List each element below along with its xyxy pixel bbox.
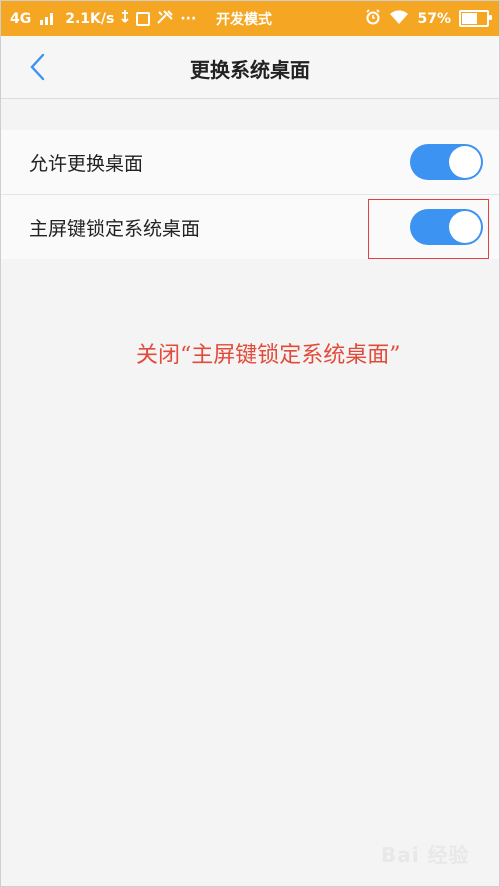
battery-percent: 57% bbox=[417, 10, 451, 27]
battery-icon bbox=[459, 10, 492, 27]
title-bar: 更换系统桌面 bbox=[1, 36, 499, 99]
phone-screen: 4G 2.1K/s ··· 开发模式 57% 更换系统桌面 允许更换桌面 主屏键… bbox=[0, 0, 500, 887]
signal-icon bbox=[40, 12, 54, 25]
setting-row-allow-change: 允许更换桌面 bbox=[1, 130, 499, 194]
highlight-box bbox=[368, 199, 489, 259]
tools-icon bbox=[156, 9, 174, 29]
developer-mode-label: 开发模式 bbox=[216, 12, 272, 28]
page-title: 更换系统桌面 bbox=[190, 58, 310, 82]
wifi-icon bbox=[389, 9, 409, 29]
status-bar: 4G 2.1K/s ··· 开发模式 57% bbox=[1, 1, 499, 36]
setting-label: 允许更换桌面 bbox=[29, 152, 144, 175]
toggle-knob bbox=[449, 146, 481, 178]
more-notifications-icon: ··· bbox=[180, 10, 197, 27]
usb-icon bbox=[120, 9, 130, 29]
alarm-icon bbox=[365, 8, 381, 29]
instruction-annotation: 关闭“主屏键锁定系统桌面” bbox=[136, 343, 401, 368]
allow-change-toggle[interactable] bbox=[410, 144, 483, 180]
watermark: Bai 经验 bbox=[381, 843, 470, 867]
setting-label: 主屏键锁定系统桌面 bbox=[29, 217, 201, 240]
network-speed: 2.1K/s bbox=[65, 10, 115, 27]
network-type: 4G bbox=[10, 10, 32, 27]
app-notification-icon bbox=[136, 11, 151, 26]
